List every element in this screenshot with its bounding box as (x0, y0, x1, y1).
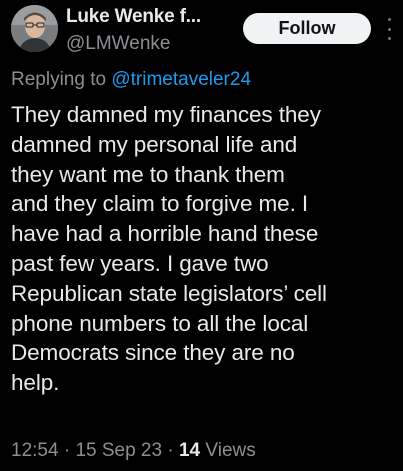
follow-button[interactable]: Follow (243, 13, 371, 44)
views-label[interactable]: Views (205, 440, 255, 461)
author-avatar[interactable] (11, 5, 58, 52)
tweet-text-line: Republican state legislators’ cell (11, 280, 327, 306)
author-handle[interactable]: @LMWenke (66, 33, 170, 55)
views-count[interactable]: 14 (179, 440, 200, 461)
tweet-meta: 12:54 · 15 Sep 23 · 14 Views (11, 440, 256, 462)
reply-context: Replying to @trimetaveler24 (11, 69, 251, 91)
tweet-text: They damned my finances they damned my p… (11, 100, 401, 398)
reply-mention-link[interactable]: @trimetaveler24 (111, 69, 251, 90)
dot (387, 18, 391, 21)
dot (387, 37, 391, 40)
tweet-text-line: have had a horrible hand these (11, 221, 319, 247)
tweet-text-line: and they claim to forgive me. I (11, 191, 309, 217)
dot (387, 27, 391, 31)
meta-separator: · (63, 440, 71, 461)
tweet-text-line: Democrats since they are no (11, 340, 295, 366)
tweet-text-line: damned my personal life and (11, 131, 298, 157)
tweet-text-line: help. (11, 370, 60, 396)
meta-separator: · (167, 440, 174, 461)
tweet-text-line: They damned my finances they (11, 102, 321, 127)
tweet-text-line: phone numbers to all the local (11, 310, 309, 336)
tweet-time[interactable]: 12:54 (11, 440, 59, 461)
author-name[interactable]: Luke Wenke f... (66, 6, 201, 28)
more-vertical-icon[interactable] (384, 18, 394, 40)
reply-prefix: Replying to (11, 69, 107, 90)
tweet-text-line: past few years. I gave two (11, 250, 269, 276)
avatar-image (11, 5, 58, 52)
tweet-date[interactable]: 15 Sep 23 (75, 440, 162, 461)
tweet-text-line: they want me to thank them (11, 161, 285, 187)
tweet-card: Luke Wenke f... @LMWenke Follow Replying… (0, 0, 403, 471)
